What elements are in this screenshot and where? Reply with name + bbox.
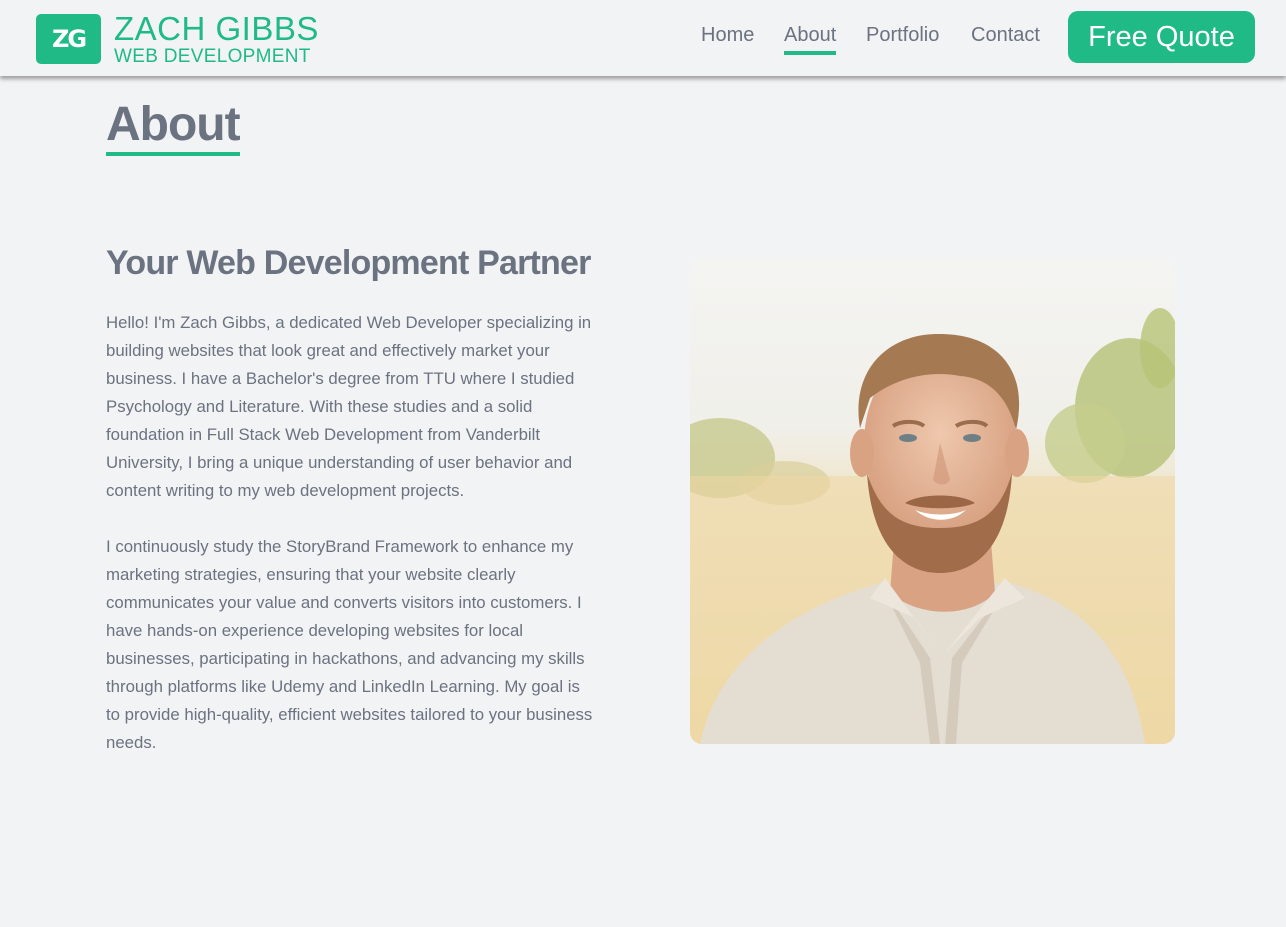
nav-contact[interactable]: Contact xyxy=(971,24,1040,51)
bio-text: Hello! I'm Zach Gibbs, a dedicated Web D… xyxy=(106,309,598,757)
nav-home[interactable]: Home xyxy=(701,24,754,51)
free-quote-button[interactable]: Free Quote xyxy=(1068,11,1255,63)
site-header: ZG ZACH GIBBS WEB DEVELOPMENT Home About… xyxy=(0,0,1286,76)
section-heading: Your Web Development Partner xyxy=(106,244,591,282)
profile-photo xyxy=(690,258,1175,744)
page-title: About xyxy=(106,98,241,156)
nav-portfolio[interactable]: Portfolio xyxy=(866,24,939,51)
bio-paragraph: Hello! I'm Zach Gibbs, a dedicated Web D… xyxy=(106,313,592,500)
bio-paragraph: I continuously study the StoryBrand Fram… xyxy=(106,537,593,752)
nav-about[interactable]: About xyxy=(784,24,837,55)
